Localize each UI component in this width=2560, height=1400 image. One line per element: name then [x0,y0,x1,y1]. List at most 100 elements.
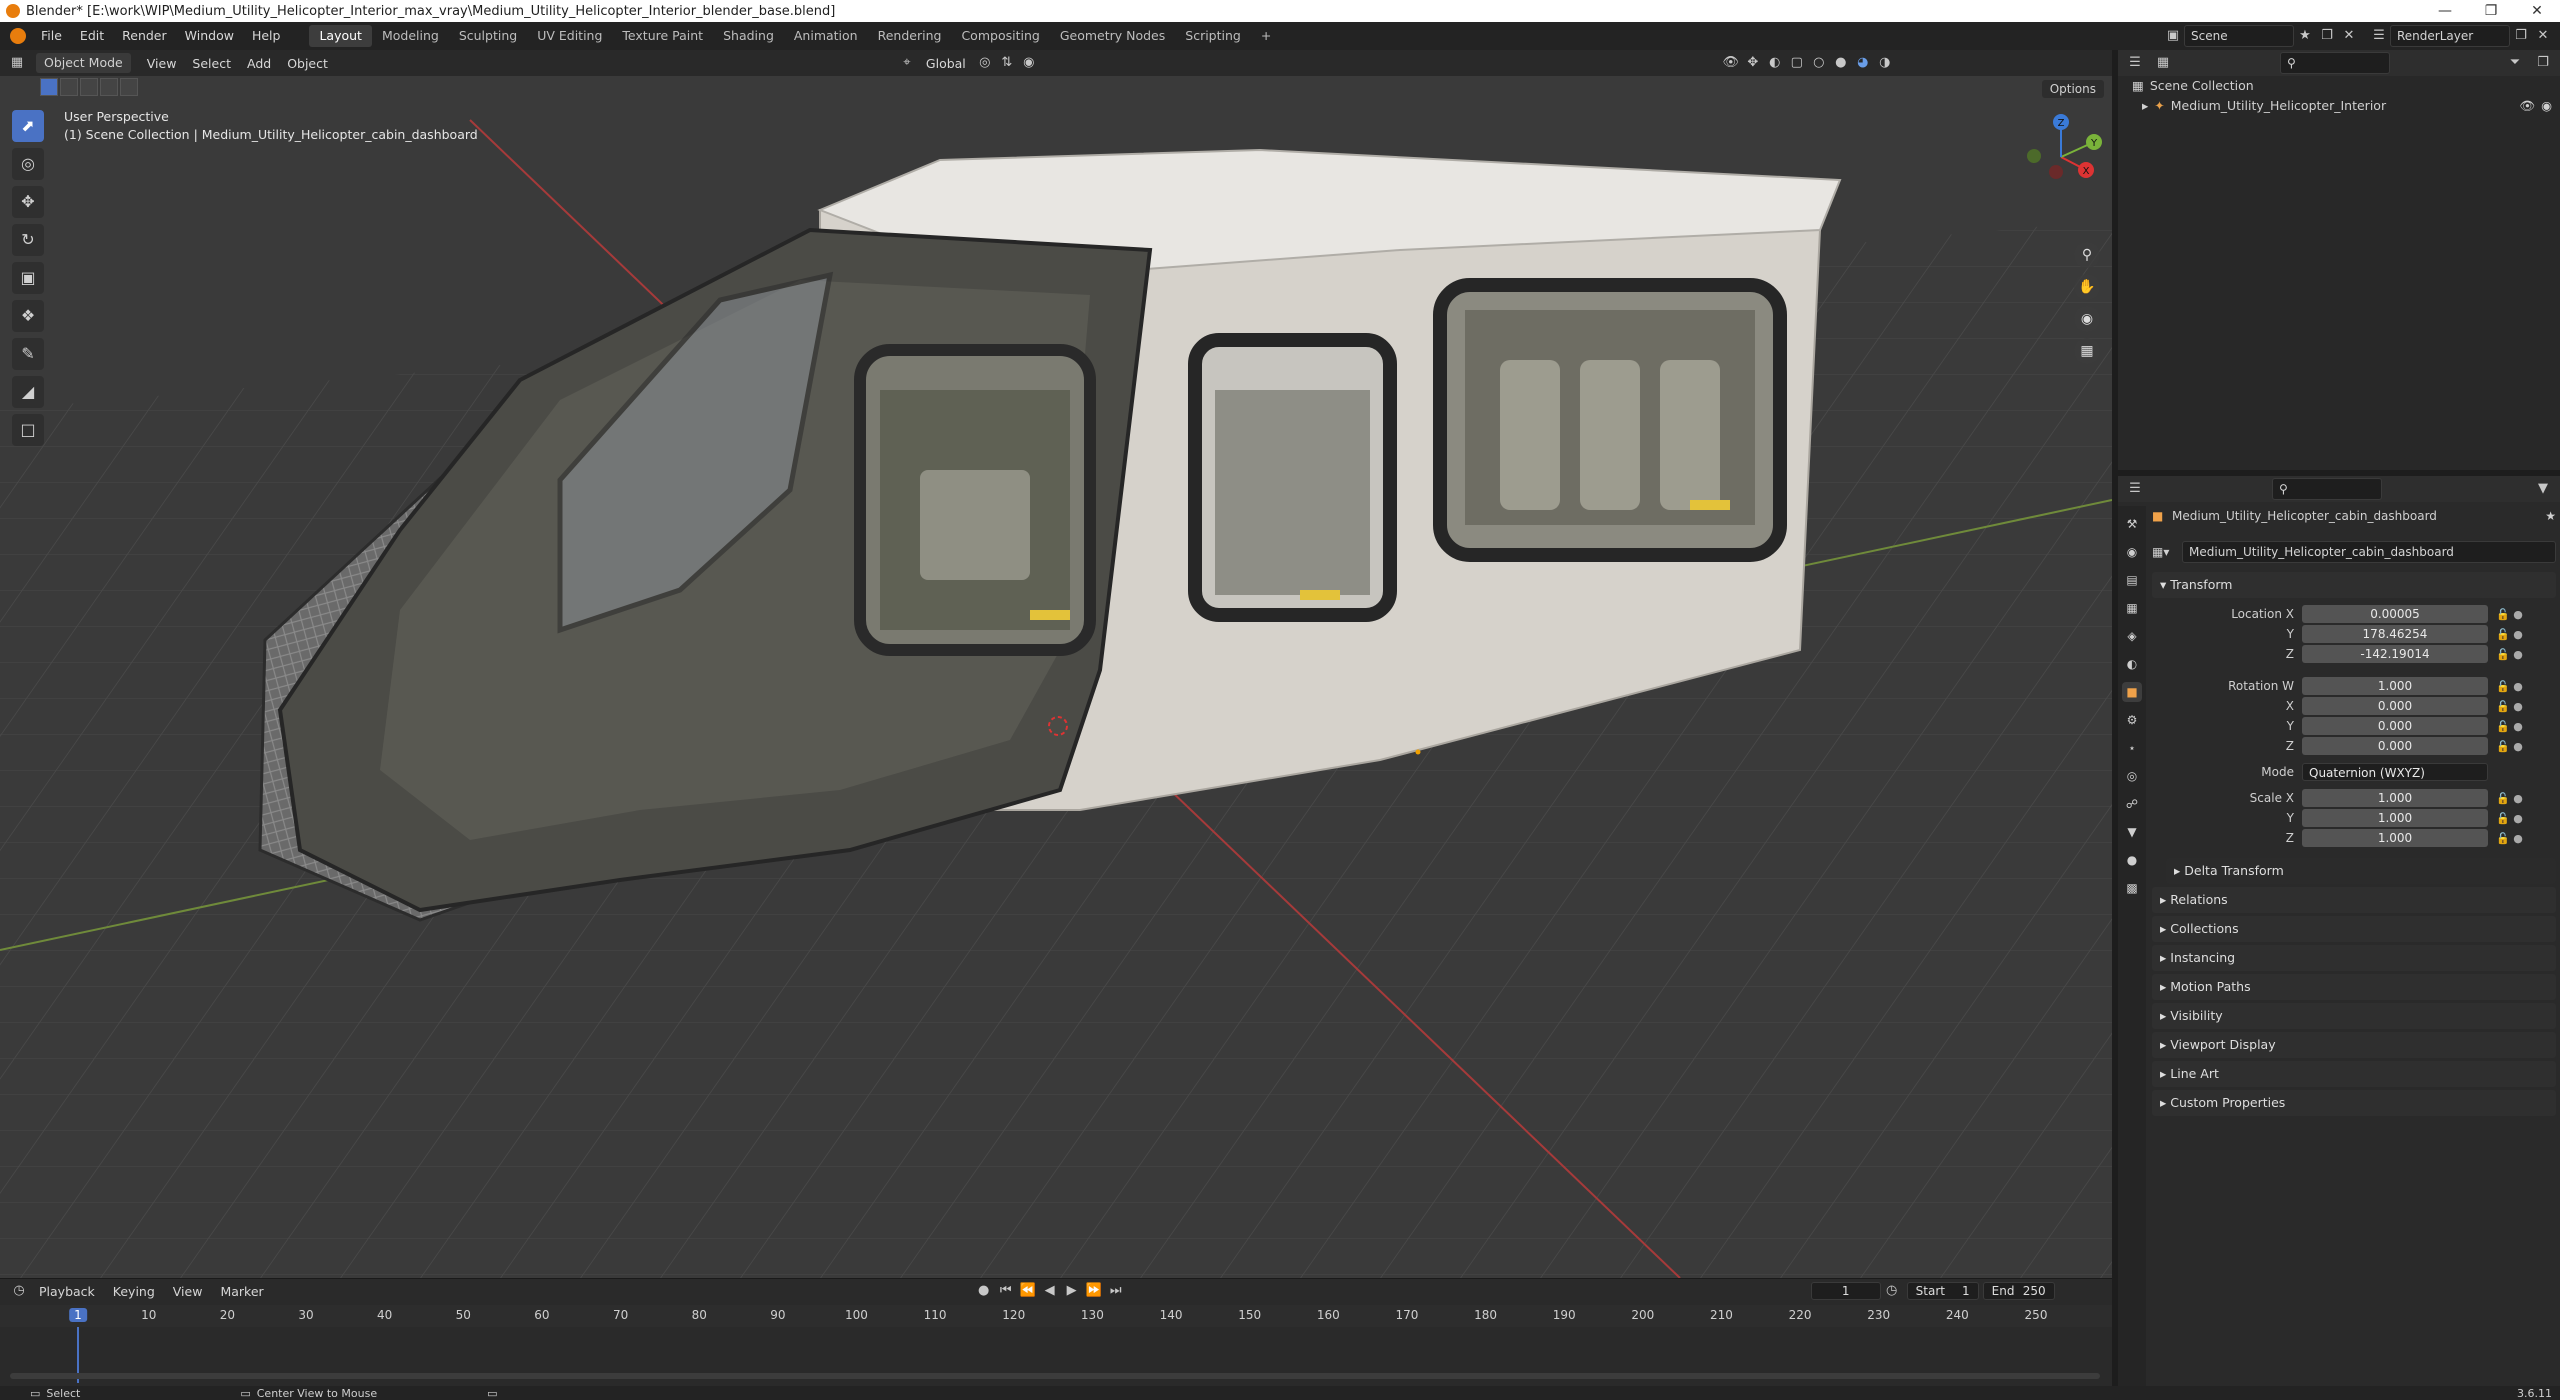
blender-menu-icon[interactable] [10,28,26,44]
location-z-field[interactable]: -142.19014 [2302,645,2488,663]
render-tab-icon[interactable]: ◉ [2122,542,2142,562]
viewport-scene[interactable] [0,50,2112,1278]
scene-tab-icon[interactable]: ◈ [2122,626,2142,646]
menu-window[interactable]: Window [176,22,243,50]
expand-arrow-icon[interactable]: ▸ [2142,96,2148,116]
menu-edit[interactable]: Edit [71,22,113,50]
new-view-layer-icon[interactable]: ❐ [2510,25,2532,47]
select-invert-icon[interactable] [100,78,118,96]
rotation-z-field[interactable]: 0.000 [2302,737,2488,755]
preview-range-icon[interactable]: ◷ [1881,1280,1903,1302]
minimize-icon[interactable]: — [2422,0,2468,22]
tab-animation[interactable]: Animation [784,25,868,47]
outliner-item[interactable]: ▸ ✦ Medium_Utility_Helicopter_Interior 👁… [2118,96,2560,116]
lock-icon[interactable]: 🔓 ● [2488,812,2528,825]
select-intersect-icon[interactable] [120,78,138,96]
outliner-root[interactable]: ▦ Scene Collection [2118,76,2560,96]
camera-view-icon[interactable]: ◉ [2074,306,2100,332]
delete-view-layer-icon[interactable]: ✕ [2532,25,2554,47]
next-keyframe-icon[interactable]: ⏩ [1083,1280,1105,1302]
transform-panel-header[interactable]: ▾ Transform [2152,572,2556,598]
hide-eye-icon[interactable]: 👁 [2519,96,2535,116]
select-box-tool-icon[interactable]: ⬈ [12,110,44,142]
restore-icon[interactable]: ❐ [2468,0,2514,22]
rotation-w-field[interactable]: 1.000 [2302,677,2488,695]
tab-uv-editing[interactable]: UV Editing [527,25,612,47]
output-tab-icon[interactable]: ▤ [2122,570,2142,590]
annotate-tool-icon[interactable]: ✎ [12,338,44,370]
current-frame-field[interactable]: 1 [1810,1282,1881,1300]
xray-toggle-icon[interactable]: ▢ [1786,52,1808,74]
editor-type-icon[interactable]: ▦ [6,52,28,74]
end-frame-field[interactable]: End 250 [1982,1282,2055,1300]
jump-start-icon[interactable]: ⏮ [995,1280,1017,1302]
tool-tab-icon[interactable]: ⚒ [2122,514,2142,534]
proportional-edit-icon[interactable]: ◉ [1018,52,1040,74]
properties-options-icon[interactable]: ▼ [2532,478,2554,500]
overlay-toggle-icon[interactable]: ◐ [1764,52,1786,74]
tab-compositing[interactable]: Compositing [951,25,1049,47]
outliner-editor-icon[interactable]: ☰ [2124,52,2146,74]
timeline-menu-view[interactable]: View [164,1284,212,1299]
location-y-field[interactable]: 178.46254 [2302,625,2488,643]
scale-x-field[interactable]: 1.000 [2302,789,2488,807]
tab-scripting[interactable]: Scripting [1175,25,1251,47]
lock-icon[interactable]: 🔓 ● [2488,720,2528,733]
visibility-panel[interactable]: ▸ Visibility [2152,1003,2556,1029]
orientation-selector[interactable]: Global [918,56,974,71]
mode-selector[interactable]: Object Mode [36,53,131,73]
scale-tool-icon[interactable]: ▣ [12,262,44,294]
wireframe-shading-icon[interactable]: ○ [1808,52,1830,74]
timeline-scrollbar[interactable] [10,1373,2100,1379]
world-tab-icon[interactable]: ◐ [2122,654,2142,674]
3d-viewport[interactable]: ▦ Object Mode View Select Add Object ⌖ G… [0,50,2112,1278]
lock-icon[interactable]: 🔓 ● [2488,792,2528,805]
rendered-shading-icon[interactable]: ◑ [1874,52,1896,74]
tab-sculpting[interactable]: Sculpting [449,25,527,47]
lock-icon[interactable]: 🔓 ● [2488,680,2528,693]
rotation-x-field[interactable]: 0.000 [2302,697,2488,715]
view-layer-tab-icon[interactable]: ▦ [2122,598,2142,618]
timeline-menu-keying[interactable]: Keying [104,1284,164,1299]
rotate-tool-icon[interactable]: ↻ [12,224,44,256]
viewport-menu-object[interactable]: Object [279,56,336,71]
start-frame-field[interactable]: Start 1 [1906,1282,1979,1300]
add-workspace-icon[interactable]: + [1251,25,1281,47]
menu-file[interactable]: File [32,22,71,50]
record-icon[interactable]: ● [973,1280,995,1302]
render-camera-icon[interactable]: ◉ [2541,96,2552,116]
snap-icon[interactable]: ⇅ [996,52,1018,74]
pin-object-icon[interactable]: ★ [2545,509,2556,523]
jump-end-icon[interactable]: ⏭ [1105,1280,1127,1302]
scale-y-field[interactable]: 1.000 [2302,809,2488,827]
viewport-menu-add[interactable]: Add [239,56,279,71]
material-shading-icon[interactable]: ◕ [1852,52,1874,74]
solid-shading-icon[interactable]: ● [1830,52,1852,74]
move-tool-icon[interactable]: ✥ [12,186,44,218]
tab-geometry-nodes[interactable]: Geometry Nodes [1050,25,1175,47]
timeline-editor-icon[interactable]: ◷ [8,1280,30,1302]
pivot-icon[interactable]: ◎ [974,52,996,74]
location-x-field[interactable]: 0.00005 [2302,605,2488,623]
properties-editor-icon[interactable]: ☰ [2124,478,2146,500]
view-layer-selector[interactable]: RenderLayer [2390,25,2510,47]
viewport-menu-view[interactable]: View [139,56,185,71]
data-browse-icon[interactable]: ▦▾ [2152,545,2182,559]
new-scene-icon[interactable]: ❐ [2316,25,2338,47]
custom-properties-panel[interactable]: ▸ Custom Properties [2152,1090,2556,1116]
cursor-tool-icon[interactable]: ◎ [12,148,44,180]
select-new-icon[interactable] [40,78,58,96]
modifier-tab-icon[interactable]: ⚙ [2122,710,2142,730]
display-mode-icon[interactable]: ▦ [2152,52,2174,74]
pan-hand-icon[interactable]: ✋ [2074,274,2100,300]
tab-shading[interactable]: Shading [713,25,784,47]
select-subtract-icon[interactable] [80,78,98,96]
scale-z-field[interactable]: 1.000 [2302,829,2488,847]
tab-texture-paint[interactable]: Texture Paint [612,25,713,47]
data-tab-icon[interactable]: ▼ [2122,822,2142,842]
lock-icon[interactable]: 🔓 ● [2488,700,2528,713]
lock-icon[interactable]: 🔓 ● [2488,628,2528,641]
perspective-grid-icon[interactable]: ▦ [2074,338,2100,364]
texture-tab-icon[interactable]: ▩ [2122,878,2142,898]
gizmo-toggle-icon[interactable]: ✥ [1742,52,1764,74]
